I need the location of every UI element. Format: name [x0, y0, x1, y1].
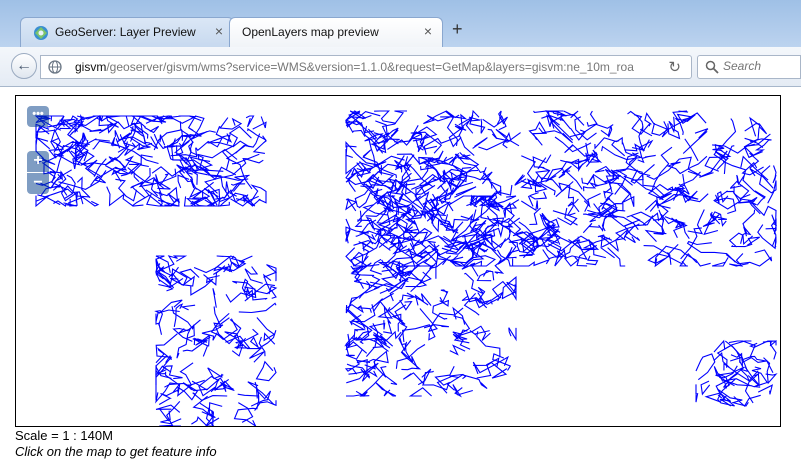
- road-line: [233, 401, 260, 426]
- road-line: [35, 194, 50, 208]
- search-input[interactable]: [723, 59, 797, 73]
- new-tab-button[interactable]: +: [452, 19, 463, 40]
- road-line: [346, 390, 368, 397]
- geoserver-icon: [34, 26, 48, 40]
- zoom-out-button[interactable]: −: [27, 173, 49, 194]
- road-line: [375, 381, 397, 397]
- close-tab-icon[interactable]: ×: [215, 23, 223, 39]
- map-viewport[interactable]: ••• + −: [15, 95, 781, 427]
- reload-icon[interactable]: ↻: [668, 58, 681, 76]
- road-line: [345, 341, 368, 354]
- roads-layer: [34, 106, 778, 426]
- road-line: [254, 400, 277, 411]
- tab-geoserver-layer-preview[interactable]: GeoServer: Layer Preview ×: [20, 17, 234, 47]
- road-line: [408, 387, 432, 397]
- close-tab-icon[interactable]: ×: [424, 23, 432, 39]
- layer-switcher-button[interactable]: •••: [27, 106, 49, 127]
- back-button[interactable]: ←: [11, 53, 37, 79]
- globe-icon: [48, 60, 62, 74]
- scale-readout: Scale = 1 : 140M: [15, 428, 113, 443]
- road-line: [512, 258, 551, 267]
- url-text: gisvm/geoserver/gisvm/wms?service=WMS&ve…: [75, 60, 655, 74]
- road-line: [725, 249, 773, 267]
- navigation-bar: ← gisvm/geoserver/gisvm/wms?service=WMS&…: [0, 47, 801, 87]
- tab-strip: GeoServer: Layer Preview × OpenLayers ma…: [0, 0, 801, 47]
- road-line: [476, 357, 500, 379]
- road-line: [492, 353, 512, 371]
- search-icon: [705, 60, 719, 74]
- url-path: /geoserver/gisvm/wms?service=WMS&version…: [106, 60, 634, 74]
- tab-title: OpenLayers map preview: [242, 25, 379, 39]
- zoom-in-button[interactable]: +: [27, 151, 49, 172]
- road-line: [508, 327, 517, 342]
- tab-openlayers-map-preview[interactable]: OpenLayers map preview ×: [229, 17, 443, 47]
- road-line: [586, 255, 599, 266]
- search-box[interactable]: [697, 55, 801, 79]
- address-bar[interactable]: gisvm/geoserver/gisvm/wms?service=WMS&ve…: [40, 55, 692, 79]
- feature-info-hint: Click on the map to get feature info: [15, 444, 217, 459]
- road-line: [506, 281, 517, 296]
- url-host: gisvm: [75, 60, 107, 74]
- road-line: [255, 360, 277, 382]
- tab-title: GeoServer: Layer Preview: [55, 25, 196, 39]
- road-line: [452, 384, 473, 398]
- road-line: [237, 381, 260, 404]
